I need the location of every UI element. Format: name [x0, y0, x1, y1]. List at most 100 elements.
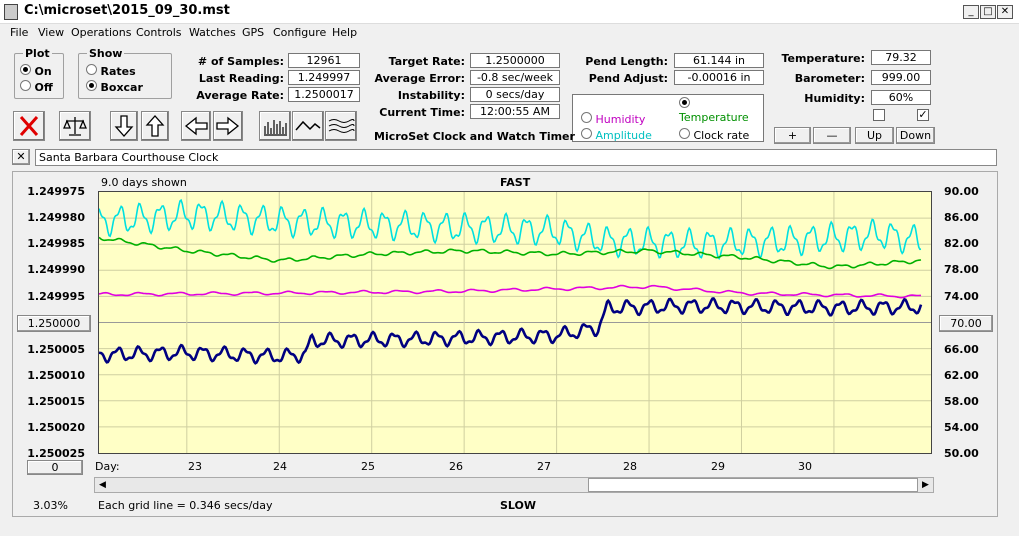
menu-configure[interactable]: Configure: [273, 26, 326, 39]
humidity-radio[interactable]: [581, 112, 592, 123]
maximize-button[interactable]: □: [980, 5, 996, 19]
window-title: C:\microset\2015_09_30.mst: [24, 3, 230, 18]
right-axis-label: 86.00: [944, 211, 979, 224]
down-button[interactable]: Down: [896, 127, 935, 144]
right-axis-label: 58.00: [944, 395, 979, 408]
series-line: [98, 198, 922, 260]
samples-value: 12961: [288, 53, 360, 68]
series-line: [98, 284, 921, 299]
menu-watches[interactable]: Watches: [189, 26, 236, 39]
grid-note-label: Each grid line = 0.346 secs/day: [98, 499, 273, 512]
arrow-right-button[interactable]: [213, 111, 243, 141]
left-axis-center-box[interactable]: 1.250000: [17, 315, 91, 332]
percent-label: 3.03%: [33, 499, 68, 512]
right-axis-center-box[interactable]: 70.00: [939, 315, 993, 332]
show-boxcar-option[interactable]: Boxcar: [86, 80, 143, 94]
plot-svg: [98, 192, 931, 453]
left-axis-label: 1.249985: [27, 237, 85, 250]
plot-area[interactable]: [98, 191, 932, 454]
barometer-label: Barometer:: [794, 72, 865, 85]
watch-name-input[interactable]: Santa Barbara Courthouse Clock: [35, 149, 997, 166]
x-tick-label: 24: [273, 460, 287, 473]
instability-value: 0 secs/day: [470, 87, 560, 102]
show-group: Show Rates Boxcar: [78, 47, 172, 99]
checkbox-2[interactable]: ✓: [917, 109, 929, 121]
histogram-icon: [264, 120, 287, 136]
title-bar: C:\microset\2015_09_30.mst _ □ ✕: [0, 0, 1019, 24]
menu-gps[interactable]: GPS: [242, 26, 264, 39]
left-axis-label: 1.250005: [27, 343, 85, 356]
scroll-offset-box[interactable]: 0: [27, 460, 83, 475]
horizontal-scrollbar[interactable]: ◀ ▶: [94, 477, 934, 493]
left-axis-label: 1.249995: [27, 290, 85, 303]
pend-length-value: 61.144 in: [674, 53, 764, 68]
left-axis-label: 1.249975: [27, 185, 85, 198]
arrow-down-button[interactable]: [110, 111, 138, 141]
left-axis-label: 1.250010: [27, 369, 85, 382]
boxcar-radio[interactable]: [86, 80, 97, 91]
amplitude-option[interactable]: Amplitude: [581, 128, 652, 142]
arrow-up-button[interactable]: [141, 111, 169, 141]
minus-button[interactable]: —: [813, 127, 851, 144]
right-axis-label: 62.00: [944, 369, 979, 382]
balance-button[interactable]: [59, 111, 91, 141]
plot-off-radio[interactable]: [20, 80, 31, 91]
clockrate-option[interactable]: Clock rate: [679, 128, 749, 142]
temperature-value: 79.32: [871, 50, 931, 65]
average-rate-value: 1.2500017: [288, 87, 360, 102]
current-time-label: Current Time:: [379, 106, 465, 119]
plot-on-option[interactable]: On: [20, 64, 52, 78]
arrow-left-button[interactable]: [181, 111, 211, 141]
left-axis-label: 1.249980: [27, 211, 85, 224]
plus-button[interactable]: +: [774, 127, 811, 144]
arrow-right-icon: [216, 116, 240, 136]
temperature-label: Temperature:: [781, 52, 865, 65]
show-rates-option[interactable]: Rates: [86, 64, 136, 78]
rates-radio[interactable]: [86, 64, 97, 75]
plot-group: Plot On Off: [14, 47, 64, 99]
plot-on-radio[interactable]: [20, 64, 31, 75]
menu-help[interactable]: Help: [332, 26, 357, 39]
arrow-left-icon: [184, 116, 208, 136]
x-tick-label: 26: [449, 460, 463, 473]
target-rate-value: 1.2500000: [470, 53, 560, 68]
cancel-x-button[interactable]: [13, 111, 45, 141]
menu-file[interactable]: File: [10, 26, 28, 39]
menu-controls[interactable]: Controls: [136, 26, 182, 39]
scroll-left-arrow-icon[interactable]: ◀: [95, 478, 110, 492]
menu-view[interactable]: View: [38, 26, 64, 39]
x-tick-label: 23: [188, 460, 202, 473]
right-axis-label: 74.00: [944, 290, 979, 303]
clockrate-radio[interactable]: [679, 128, 690, 139]
x-tick-label: 25: [361, 460, 375, 473]
close-watch-button[interactable]: ✕: [12, 149, 30, 165]
temperature-option[interactable]: Temperature: [679, 97, 763, 124]
line-wave-icon: [295, 120, 321, 131]
checkbox-1[interactable]: [873, 109, 885, 121]
pend-adjust-value: -0.00016 in: [674, 70, 764, 85]
right-axis-label: 50.00: [944, 447, 979, 460]
menu-operations[interactable]: Operations: [71, 26, 131, 39]
last-reading-label: Last Reading:: [198, 72, 284, 85]
minimize-button[interactable]: _: [963, 5, 979, 19]
multi-wave-button[interactable]: [325, 111, 357, 141]
app-icon[interactable]: [4, 4, 18, 20]
scroll-thumb[interactable]: [588, 478, 918, 492]
average-rate-label: Average Rate:: [196, 89, 284, 102]
close-button[interactable]: ✕: [997, 5, 1013, 19]
line-view-button[interactable]: [292, 111, 324, 141]
temperature-radio[interactable]: [679, 97, 690, 108]
plot-off-option[interactable]: Off: [20, 80, 53, 94]
up-button[interactable]: Up: [855, 127, 894, 144]
series-line: [98, 297, 923, 365]
right-axis-label: 90.00: [944, 185, 979, 198]
amplitude-radio[interactable]: [581, 128, 592, 139]
left-axis-label: 1.250025: [27, 447, 85, 460]
left-axis-label: 1.250020: [27, 421, 85, 434]
scroll-right-arrow-icon[interactable]: ▶: [918, 478, 933, 492]
humidity-label: Humidity:: [804, 92, 865, 105]
humidity-option[interactable]: Humidity: [581, 112, 645, 126]
sensor-select-box: Temperature Humidity Amplitude Clock rat…: [572, 94, 764, 142]
balance-scale-icon: [63, 117, 87, 136]
bar-view-button[interactable]: [259, 111, 291, 141]
